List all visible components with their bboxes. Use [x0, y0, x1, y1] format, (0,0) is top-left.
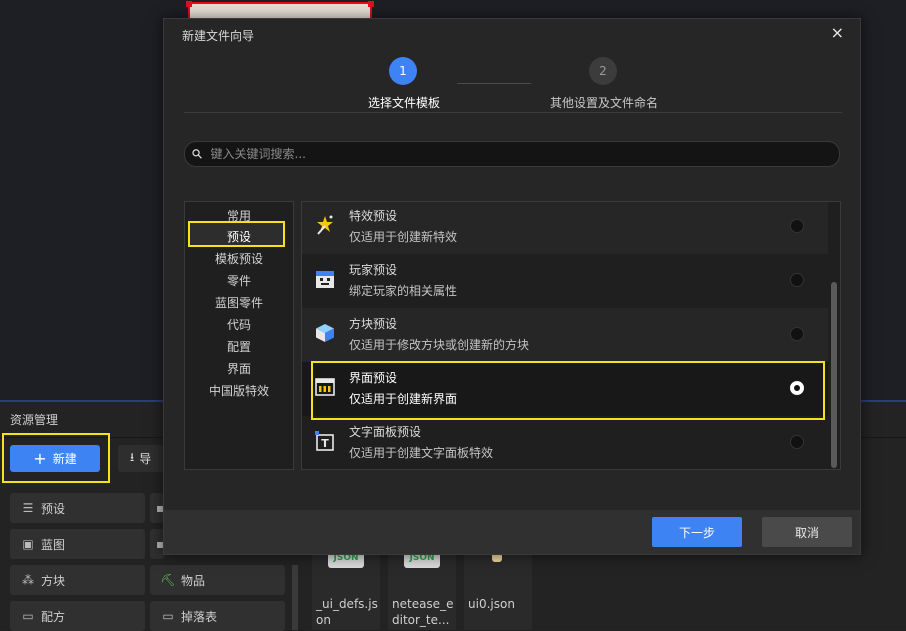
category-item[interactable]: 常用: [185, 207, 293, 224]
preset-icon: ☰: [22, 501, 34, 515]
template-list: 特效预设 仅适用于创建新特效 玩家预设 绑定玩家的相关属性 方块预设 仅适用于修…: [301, 201, 841, 470]
category-item[interactable]: 代码: [185, 316, 293, 333]
template-desc: 绑定玩家的相关属性: [349, 284, 458, 298]
asset-category-label: 物品: [181, 573, 206, 588]
effect-wand-icon: [317, 215, 333, 235]
template-list-scrollbar[interactable]: [831, 282, 837, 468]
selected-canvas-element[interactable]: [186, 1, 374, 18]
steps-divider: [184, 112, 842, 113]
asset-category-items[interactable]: ⛏ 物品: [150, 565, 285, 595]
category-item-selected[interactable]: 预设: [185, 228, 293, 245]
file-name: _ui_defs.json: [316, 597, 378, 627]
selection-handle-right[interactable]: [368, 1, 374, 7]
search-box[interactable]: ⚲: [184, 141, 840, 167]
new-button-highlight: [2, 433, 110, 483]
template-selected-highlight: [311, 361, 825, 420]
template-name: 特效预设: [349, 209, 398, 223]
category-item[interactable]: 配置: [185, 338, 293, 355]
asset-category-recipes[interactable]: ▭ 配方: [10, 601, 145, 631]
asset-category-blueprint[interactable]: ▣ 蓝图: [10, 529, 145, 559]
search-input[interactable]: [208, 146, 813, 162]
file-tile[interactable]: JSON _ui_defs.json: [312, 548, 380, 630]
category-list: 常用 预设 模板预设 零件 蓝图零件 代码 配置 界面 中国版特效: [184, 201, 294, 470]
asset-category-loot-tables[interactable]: ▭ 掉落表: [150, 601, 285, 631]
category-item[interactable]: 蓝图零件: [185, 294, 293, 311]
text-panel-icon: T: [315, 431, 334, 451]
template-item[interactable]: T 文字面板预设 仅适用于创建文字面板特效: [302, 416, 828, 469]
category-item[interactable]: 界面: [185, 360, 293, 377]
template-desc: 仅适用于创建新特效: [349, 230, 458, 244]
search-icon: ⚲: [189, 145, 207, 163]
blueprint-icon: ▣: [22, 537, 34, 551]
block-cube-icon: [316, 324, 334, 342]
file-tile[interactable]: ui0.json: [464, 548, 532, 630]
folder-icon: ▭: [22, 609, 34, 623]
template-item[interactable]: 特效预设 仅适用于创建新特效: [302, 202, 828, 254]
step-indicator-1: 1: [389, 57, 417, 85]
asset-category-label: 配方: [41, 609, 66, 624]
folder-icon: ▭: [162, 609, 174, 623]
file-name: ui0.json: [468, 597, 515, 611]
dialog-footer: [164, 510, 860, 554]
file-tile[interactable]: JSON netease_editor_te...: [388, 548, 456, 630]
step-label-2: 其他设置及文件命名: [549, 96, 658, 110]
blocks-icon: ⁂: [22, 573, 34, 587]
asset-category-preset[interactable]: ☰ 预设: [10, 493, 145, 523]
template-item[interactable]: 玩家预设 绑定玩家的相关属性: [302, 254, 828, 308]
next-step-button[interactable]: 下一步: [652, 517, 742, 547]
template-radio[interactable]: [790, 273, 804, 287]
template-name: 玩家预设: [349, 263, 398, 277]
template-item[interactable]: 方块预设 仅适用于修改方块或创建新的方块: [302, 308, 828, 362]
svg-text:T: T: [321, 437, 329, 450]
dialog-title: 新建文件向导: [182, 29, 255, 43]
download-icon: ⭳: [130, 450, 135, 464]
category-item[interactable]: 中国版特效: [185, 382, 293, 399]
import-button[interactable]: ⭳ 导: [118, 445, 164, 472]
asset-category-scrollbar[interactable]: [292, 565, 298, 630]
cancel-button[interactable]: 取消: [762, 517, 852, 547]
template-radio[interactable]: [790, 327, 804, 341]
import-label: 导: [139, 452, 152, 466]
step-connector: [457, 83, 531, 84]
asset-category-label: 预设: [41, 501, 66, 516]
template-radio[interactable]: [790, 435, 804, 449]
step-indicator-2: 2: [589, 57, 617, 85]
asset-category-label: 方块: [41, 573, 66, 588]
template-desc: 仅适用于修改方块或创建新的方块: [349, 338, 530, 352]
json-file-icon: [492, 554, 502, 562]
selection-handle-left[interactable]: [186, 1, 192, 7]
step-label-1: 选择文件模板: [367, 96, 440, 110]
file-name: netease_editor_te...: [392, 597, 454, 627]
template-desc: 仅适用于创建文字面板特效: [349, 446, 494, 460]
template-name: 文字面板预设: [349, 425, 422, 439]
pickaxe-icon: ⛏: [160, 573, 176, 587]
asset-category-partial[interactable]: ▪: [150, 493, 164, 523]
category-item[interactable]: 零件: [185, 272, 293, 289]
asset-category-label: 蓝图: [41, 537, 66, 552]
category-item[interactable]: 模板预设: [185, 250, 293, 267]
template-radio[interactable]: [790, 219, 804, 233]
asset-panel-title: 资源管理: [10, 413, 59, 427]
asset-category-blocks[interactable]: ⁂ 方块: [10, 565, 145, 595]
template-name: 方块预设: [349, 317, 398, 331]
player-icon: [316, 271, 334, 288]
asset-category-label: 掉落表: [181, 609, 218, 624]
new-file-wizard-dialog: 新建文件向导 × 1 2 选择文件模板 其他设置及文件命名 ⚲ 常用 预设 模板…: [163, 18, 861, 555]
asset-category-partial-2[interactable]: ▪: [150, 529, 164, 559]
close-icon[interactable]: ×: [831, 23, 844, 42]
